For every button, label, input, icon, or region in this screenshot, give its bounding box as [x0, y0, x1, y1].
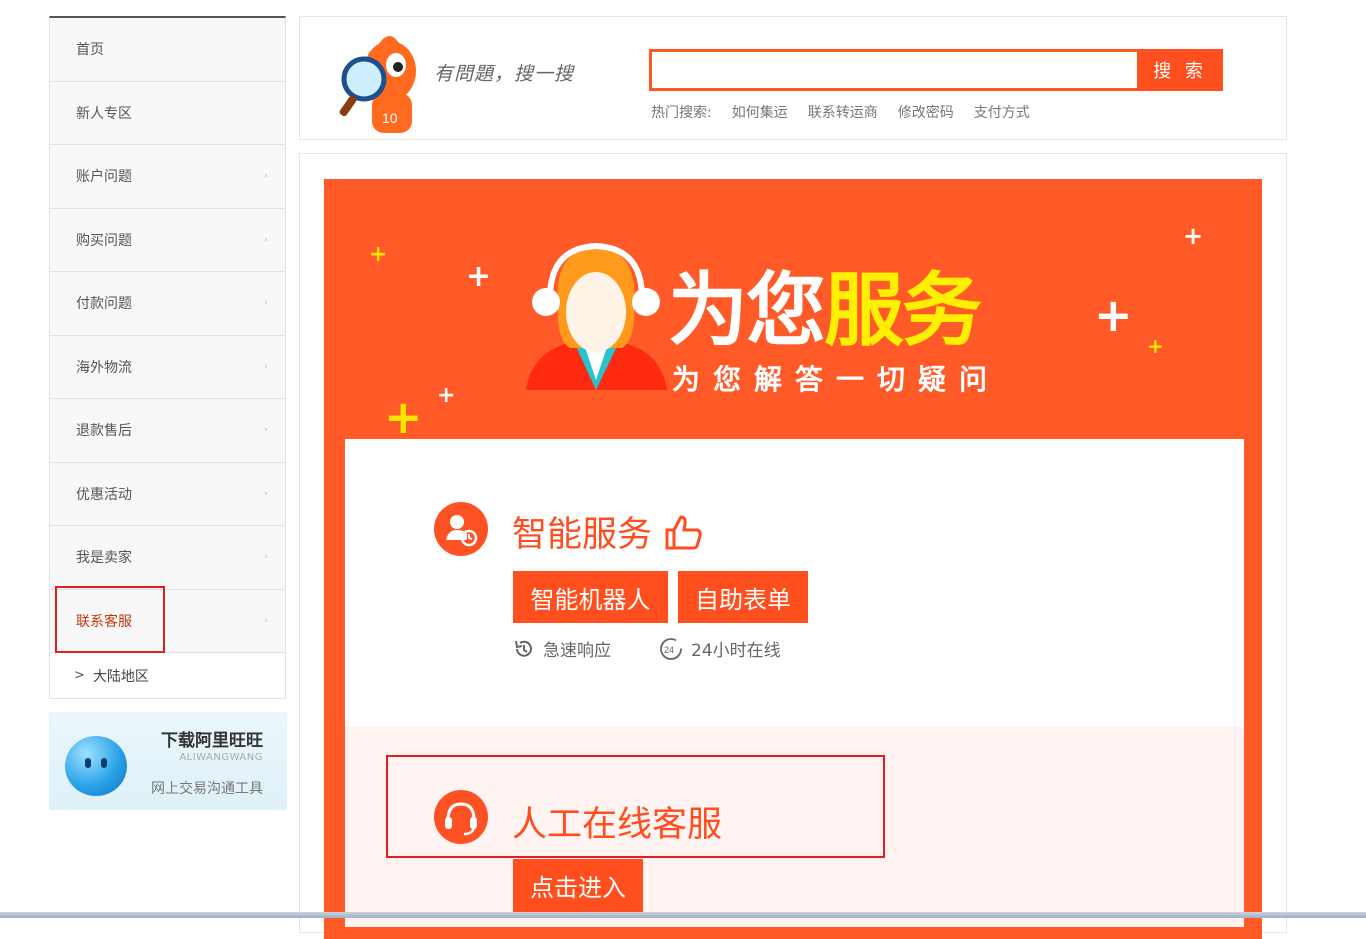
hot-search-bar: 热门搜索: 如何集运 联系转运商 修改密码 支付方式 — [651, 102, 1030, 122]
mascot-magnifier-icon: 10 — [339, 36, 416, 133]
sparkle-icon: + — [1183, 222, 1204, 250]
banner-title-white: 为您 — [668, 264, 826, 357]
hot-link-payment-methods[interactable]: 支付方式 — [974, 102, 1030, 122]
chevron-right-icon: › — [264, 552, 268, 563]
smart-service-icon — [434, 502, 488, 556]
sidebar-nav: 首页 新人专区 账户问题 › 购买问题 › 付款问题 › 海外物流 › 退款售后… — [49, 16, 286, 699]
wangwang-subtitle: 网上交易沟通工具 — [151, 781, 263, 797]
24-hour-icon-text: 24 — [664, 645, 674, 655]
banner-title-yellow: 服务 — [824, 264, 982, 357]
smart-service-title: 智能服务 — [512, 506, 703, 557]
hot-search-label: 热门搜索: — [651, 105, 712, 121]
sidebar-subitem-label: 大陆地区 — [92, 668, 149, 685]
banner-title: 为您服务 — [668, 246, 982, 362]
sparkle-icon: + — [384, 390, 423, 444]
self-service-form-button[interactable]: 自助表单 — [678, 571, 808, 623]
feature-label: 24小时在线 — [691, 641, 781, 661]
sidebar-item-label: 退款售后 — [76, 423, 132, 440]
feature-label: 急速响应 — [543, 641, 611, 661]
header-slogan: 有問題，搜一搜 — [434, 63, 575, 85]
sidebar-item-label: 新人专区 — [76, 105, 132, 122]
chevron-right-icon: > — [74, 668, 85, 683]
sidebar-item-refund[interactable]: 退款售后 › — [50, 399, 285, 463]
sidebar-item-home[interactable]: 首页 — [50, 18, 285, 82]
hot-link-contact-forwarder[interactable]: 联系转运商 — [808, 102, 878, 122]
svg-text:10: 10 — [382, 110, 398, 126]
sparkle-icon: + — [1094, 288, 1133, 342]
clock-refresh-icon — [515, 640, 532, 657]
sidebar-item-label: 海外物流 — [76, 359, 132, 376]
24-hour-icon: 24 — [660, 637, 682, 660]
human-service-title: 人工在线客服 — [512, 805, 723, 845]
chevron-right-icon: › — [264, 234, 268, 245]
sidebar-item-label: 我是卖家 — [76, 550, 132, 567]
sidebar-subitem-mainland[interactable]: > 大陆地区 — [50, 653, 285, 698]
headset-icon — [434, 790, 488, 844]
thumbs-up-icon — [665, 515, 702, 550]
chevron-right-icon: › — [264, 298, 268, 309]
wangwang-download-banner[interactable]: 下载阿里旺旺 ALIWANGWANG 网上交易沟通工具 — [49, 712, 287, 810]
sidebar-item-label: 购买问题 — [76, 232, 132, 249]
banner-subtitle: 为您解答一切疑问 — [672, 363, 1001, 396]
sidebar-item-account[interactable]: 账户问题 › — [50, 145, 285, 209]
sidebar-item-promotions[interactable]: 优惠活动 › — [50, 462, 285, 526]
feature-24h-online: 24 24小时在线 — [659, 636, 781, 661]
sidebar-item-label: 付款问题 — [76, 296, 132, 313]
wangwang-english: ALIWANGWANG — [179, 752, 263, 763]
sidebar-item-label: 联系客服 — [76, 613, 132, 630]
chevron-right-icon: › — [264, 615, 268, 626]
smart-service-title-text: 智能服务 — [512, 515, 653, 555]
wangwang-title: 下载阿里旺旺 — [161, 731, 263, 751]
taskbar-strip — [0, 912, 1366, 918]
sparkle-icon: + — [369, 242, 388, 267]
sidebar-item-seller[interactable]: 我是卖家 › — [50, 526, 285, 590]
hot-link-change-password[interactable]: 修改密码 — [898, 102, 954, 122]
wangwang-mascot-icon — [65, 736, 127, 796]
sidebar-item-newcomer[interactable]: 新人专区 — [50, 81, 285, 145]
search-button[interactable]: 搜 索 — [1137, 49, 1223, 91]
feature-fast-response: 急速响应 — [513, 636, 611, 661]
chevron-right-icon: › — [264, 171, 268, 182]
chevron-right-icon: › — [264, 488, 268, 499]
sparkle-icon: + — [466, 259, 492, 294]
customer-service-agent-icon — [526, 242, 667, 390]
sidebar-item-label: 优惠活动 — [76, 486, 132, 503]
sidebar-item-payment[interactable]: 付款问题 › — [50, 272, 285, 336]
sidebar-item-contact[interactable]: 联系客服 › — [50, 589, 285, 653]
chevron-right-icon: › — [264, 425, 268, 436]
sidebar-item-purchase[interactable]: 购买问题 › — [50, 208, 285, 272]
smart-robot-button[interactable]: 智能机器人 — [513, 571, 668, 623]
sidebar-item-logistics[interactable]: 海外物流 › — [50, 335, 285, 399]
sidebar-item-label: 首页 — [76, 42, 104, 59]
hot-link-consolidation[interactable]: 如何集运 — [732, 102, 788, 122]
search-input[interactable] — [649, 49, 1138, 91]
search-header: 10 有問題，搜一搜 搜 索 热门搜索: 如何集运 联系转运商 修改密码 支付方… — [299, 16, 1287, 140]
enter-chat-button[interactable]: 点击进入 — [513, 859, 643, 912]
sparkle-icon: + — [437, 383, 456, 408]
sparkle-icon: + — [1147, 334, 1164, 358]
chevron-right-icon: › — [264, 361, 268, 372]
sidebar-item-label: 账户问题 — [76, 169, 132, 186]
